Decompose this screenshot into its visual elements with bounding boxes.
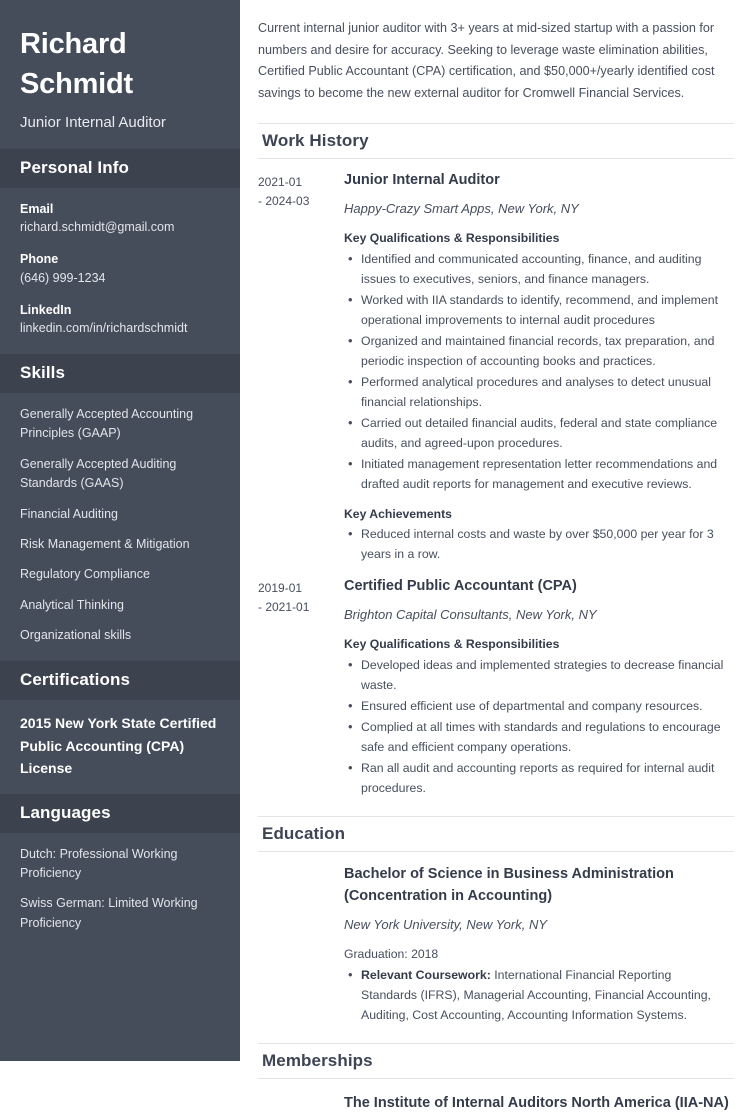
sidebar-section-heading-certifications: Certifications [0, 661, 240, 701]
membership-gutter [258, 1093, 344, 1114]
work-entry-role: Certified Public Accountant (CPA) [344, 577, 577, 594]
language-item: Swiss German: Limited Working Proficienc… [20, 896, 198, 930]
personal-info-item-email: Email richard.schmidt@gmail.com [20, 200, 220, 238]
bullet-item: Reduced internal costs and waste by over… [344, 523, 730, 564]
work-entry-achievements-label: Key Achievements [344, 507, 452, 522]
work-history-entry: 2021-01 - 2024-03 Junior Internal Audito… [258, 170, 734, 565]
work-history-entry: 2019-01 - 2021-01 Certified Public Accou… [258, 576, 734, 798]
membership-name: The Institute of Internal Auditors North… [344, 1094, 729, 1111]
skill-item: Financial Auditing [20, 506, 118, 521]
personal-info-item-linkedin: LinkedIn linkedin.com/in/richardschmidt [20, 301, 220, 339]
work-entry-body: Junior Internal Auditor Happy-Crazy Smar… [344, 170, 734, 565]
education-body: Bachelor of Science in Business Administ… [344, 864, 734, 1025]
skill-item: Regulatory Compliance [20, 567, 150, 582]
education-degree: Bachelor of Science in Business Administ… [344, 865, 674, 904]
work-entry-dates: 2021-01 - 2024-03 [258, 170, 344, 212]
membership-entry: The Institute of Internal Auditors North… [258, 1093, 734, 1114]
sidebar-section-heading-skills: Skills [0, 354, 240, 394]
bullet-item: Initiated management representation lett… [344, 453, 730, 494]
professional-summary: Current internal junior auditor with 3+ … [258, 21, 715, 100]
work-entry-date-start: 2021-01 [258, 174, 303, 189]
education-graduation: Graduation: 2018 [344, 947, 439, 962]
bullet-item: Ensured efficient use of departmental an… [344, 695, 730, 716]
candidate-name: Richard Schmidt [20, 28, 133, 101]
work-entry-date-end: - 2021-01 [258, 599, 310, 614]
bullet-item: Relevant Coursework: International Finan… [344, 964, 730, 1025]
skill-item: Generally Accepted Auditing Standards (G… [20, 456, 177, 491]
candidate-job-title: Junior Internal Auditor [20, 114, 166, 132]
work-entry-qualifications-label: Key Qualifications & Responsibilities [344, 637, 560, 652]
section-education: Education Bachelor of Science in Busines… [258, 815, 734, 1025]
bullet-item: Complied at all times with standards and… [344, 716, 730, 757]
languages-list: Dutch: Professional Working Proficiency … [0, 833, 240, 948]
coursework-label: Relevant Coursework: [361, 967, 491, 982]
skill-item: Generally Accepted Accounting Principles… [20, 407, 194, 441]
bullet-item: Developed ideas and implemented strategi… [344, 654, 730, 695]
skills-list: Generally Accepted Accounting Principles… [0, 393, 240, 661]
bullet-item: Carried out detailed financial audits, f… [344, 412, 730, 453]
work-entry-role: Junior Internal Auditor [344, 171, 500, 188]
sidebar-section-heading-personal-info: Personal Info [0, 148, 240, 188]
sidebar-section-heading-languages: Languages [0, 793, 240, 833]
certifications-list: 2015 New York State Certified Public Acc… [0, 700, 240, 793]
personal-info-value[interactable]: (646) 999-1234 [20, 269, 220, 288]
work-entry-achievements-list: Reduced internal costs and waste by over… [344, 523, 730, 564]
bullet-item: Organized and maintained financial recor… [344, 330, 730, 371]
work-entry-organization: Happy-Crazy Smart Apps, New York, NY [344, 200, 579, 216]
work-entry-date-start: 2019-01 [258, 580, 303, 595]
bullet-item: Ran all audit and accounting reports as … [344, 757, 730, 798]
work-entry-body: Certified Public Accountant (CPA) Bright… [344, 576, 734, 798]
education-entry: Bachelor of Science in Business Administ… [258, 864, 734, 1025]
work-entry-date-end: - 2024-03 [258, 194, 310, 209]
bullet-item: Performed analytical procedures and anal… [344, 371, 730, 412]
certification-item: 2015 New York State Certified Public Acc… [20, 715, 217, 777]
personal-info-label: Phone [20, 252, 59, 267]
bullet-item: Identified and communicated accounting, … [344, 248, 730, 289]
education-gutter [258, 864, 344, 1025]
education-school: New York University, New York, NY [344, 917, 548, 933]
work-entry-qualifications-list: Identified and communicated accounting, … [344, 248, 730, 494]
work-entry-qualifications-label: Key Qualifications & Responsibilities [344, 231, 560, 246]
skill-item: Organizational skills [20, 628, 132, 643]
personal-info-list: Email richard.schmidt@gmail.com Phone (6… [0, 188, 240, 355]
section-work-history: Work History 2021-01 - 2024-03 Junior In… [258, 122, 734, 798]
personal-info-value[interactable]: linkedin.com/in/richardschmidt [20, 319, 220, 338]
education-coursework-list: Relevant Coursework: International Finan… [344, 964, 730, 1025]
section-title-work-history: Work History [258, 122, 734, 159]
resume-document: Richard Schmidt Junior Internal Auditor … [0, 0, 750, 1111]
work-entry-organization: Brighton Capital Consultants, New York, … [344, 606, 597, 622]
bullet-item: Worked with IIA standards to identify, r… [344, 289, 730, 330]
sidebar: Richard Schmidt Junior Internal Auditor … [0, 0, 240, 1061]
section-title-education: Education [258, 815, 734, 852]
section-memberships: Memberships The Institute of Internal Au… [258, 1042, 734, 1114]
skill-item: Risk Management & Mitigation [20, 536, 190, 551]
personal-info-label: Email [20, 201, 54, 216]
work-entry-dates: 2019-01 - 2021-01 [258, 576, 344, 618]
name-block: Richard Schmidt Junior Internal Auditor [0, 0, 240, 149]
personal-info-item-phone: Phone (646) 999-1234 [20, 250, 220, 288]
work-entry-qualifications-list: Developed ideas and implemented strategi… [344, 654, 730, 798]
skill-item: Analytical Thinking [20, 597, 124, 612]
language-item: Dutch: Professional Working Proficiency [20, 846, 178, 880]
personal-info-label: LinkedIn [20, 302, 72, 317]
main-content: Current internal junior auditor with 3+ … [240, 0, 750, 1111]
personal-info-value[interactable]: richard.schmidt@gmail.com [20, 218, 220, 237]
